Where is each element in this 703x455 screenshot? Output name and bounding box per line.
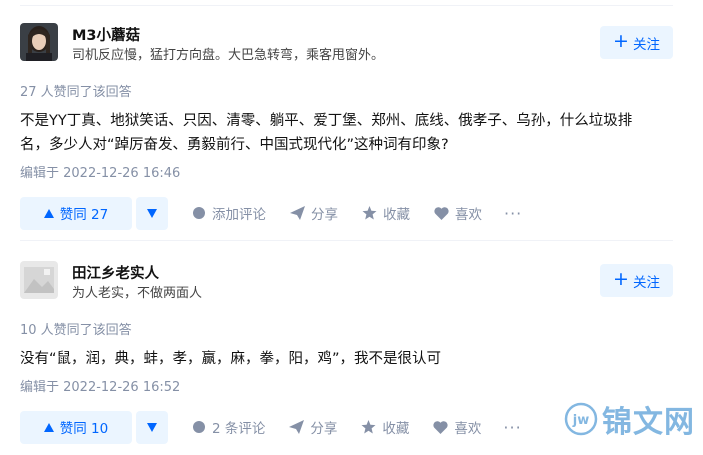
heart-icon bbox=[434, 206, 449, 220]
follow-button[interactable]: + 关注 bbox=[600, 264, 673, 297]
heart-icon bbox=[433, 420, 448, 434]
watermark-logo: jw bbox=[564, 402, 598, 436]
star-icon bbox=[362, 206, 377, 220]
vote-down-button[interactable] bbox=[136, 410, 168, 444]
follow-button[interactable]: + 关注 bbox=[600, 26, 673, 59]
author-bio: 司机反应慢，猛打方向盘。大巴急转弯，乘客甩窗外。 bbox=[72, 48, 385, 63]
answer-card: M3小蘑菇 司机反应慢，猛打方向盘。大巴急转弯，乘客甩窗外。 + 关注 27 人… bbox=[20, 20, 673, 230]
follow-label: 关注 bbox=[632, 36, 660, 53]
comment-label: 添加评论 bbox=[212, 207, 266, 223]
voters-count[interactable]: 27 人赞同了该回答 bbox=[20, 81, 673, 101]
comment-icon bbox=[193, 207, 205, 219]
vote-up-label: 赞同 10 bbox=[59, 421, 109, 437]
answer-content: 没有“鼠，润，典，蚌，孝，赢，麻，拳，阳，鸡”，我不是很认可 bbox=[20, 351, 442, 367]
watermark-text: 锦文网 bbox=[602, 405, 695, 440]
share-label: 分享 bbox=[310, 421, 338, 437]
watermark: jw 锦文网 bbox=[564, 397, 695, 441]
edit-time[interactable]: 编辑于 2022-12-26 16:52 bbox=[20, 376, 673, 396]
avatar[interactable] bbox=[20, 23, 58, 61]
author-name[interactable]: M3小蘑菇 bbox=[72, 24, 140, 45]
star-icon bbox=[361, 420, 376, 434]
answer-divider bbox=[20, 240, 673, 241]
comment-icon bbox=[193, 421, 205, 433]
share-button[interactable]: 分享 bbox=[290, 203, 338, 223]
collect-button[interactable]: 收藏 bbox=[361, 417, 409, 437]
like-label: 喜欢 bbox=[454, 421, 482, 437]
like-button[interactable]: 喜欢 bbox=[434, 203, 482, 223]
follow-label: 关注 bbox=[632, 274, 660, 291]
more-icon[interactable]: ··· bbox=[503, 418, 521, 437]
comment-button[interactable]: 2 条评论 bbox=[192, 417, 265, 437]
plus-icon: + bbox=[613, 30, 629, 52]
action-bar: 赞同 27 添加评论 分享 收藏 喜欢 ··· bbox=[20, 196, 673, 230]
collect-label: 收藏 bbox=[382, 421, 410, 437]
answer-feed: M3小蘑菇 司机反应慢，猛打方向盘。大巴急转弯，乘客甩窗外。 + 关注 27 人… bbox=[0, 0, 703, 455]
vote-up-button[interactable]: 赞同 27 bbox=[20, 196, 132, 230]
collect-label: 收藏 bbox=[383, 207, 410, 223]
author-bio: 为人老实，不做两面人 bbox=[72, 286, 203, 301]
answer-content: 不是YY丁真、地狱笑话、只因、清零、躺平、爱丁堡、郑州、底线、俄孝子、乌孙，什么… bbox=[20, 113, 633, 153]
author-name[interactable]: 田江乡老实人 bbox=[72, 262, 159, 283]
edit-time[interactable]: 编辑于 2022-12-26 16:46 bbox=[20, 162, 673, 182]
comment-label: 2 条评论 bbox=[212, 421, 266, 437]
author-info: 田江乡老实人 为人老实，不做两面人 + 关注 bbox=[20, 258, 673, 302]
vote-up-label: 赞同 27 bbox=[59, 207, 109, 223]
vote-up-button[interactable]: 赞同 10 bbox=[20, 410, 132, 444]
voters-count[interactable]: 10 人赞同了该回答 bbox=[20, 319, 673, 339]
top-divider bbox=[20, 5, 673, 6]
author-info: M3小蘑菇 司机反应慢，猛打方向盘。大巴急转弯，乘客甩窗外。 + 关注 bbox=[20, 20, 673, 64]
triangle-down-icon bbox=[147, 208, 157, 218]
share-button[interactable]: 分享 bbox=[289, 417, 337, 437]
triangle-up-icon bbox=[43, 422, 54, 432]
like-button[interactable]: 喜欢 bbox=[433, 417, 481, 437]
vote-down-button[interactable] bbox=[136, 196, 168, 230]
like-label: 喜欢 bbox=[455, 207, 482, 223]
share-label: 分享 bbox=[311, 207, 338, 223]
more-icon[interactable]: ··· bbox=[504, 204, 522, 223]
share-icon bbox=[289, 420, 305, 434]
comment-button[interactable]: 添加评论 bbox=[192, 203, 266, 223]
plus-icon: + bbox=[613, 268, 629, 290]
watermark-logo-text: jw bbox=[572, 413, 589, 428]
avatar[interactable] bbox=[20, 261, 58, 299]
triangle-up-icon bbox=[43, 208, 54, 218]
share-icon bbox=[290, 206, 305, 220]
triangle-down-icon bbox=[147, 422, 157, 432]
collect-button[interactable]: 收藏 bbox=[362, 203, 410, 223]
